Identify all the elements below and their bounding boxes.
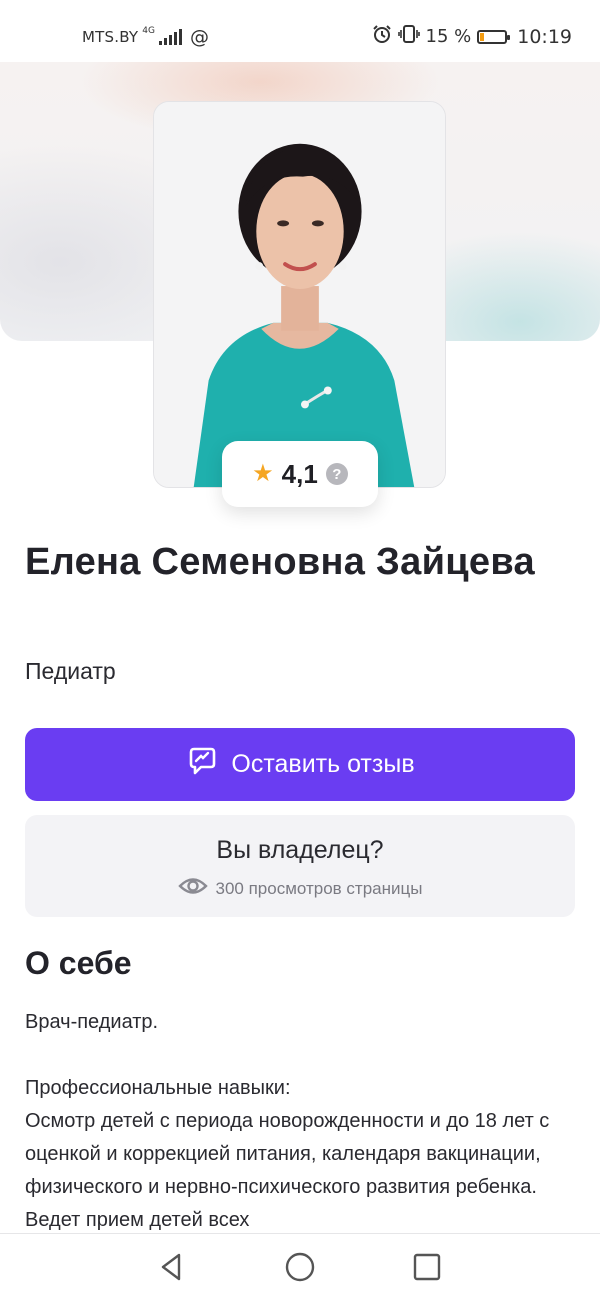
eye-icon [177,875,208,902]
battery-icon [477,29,511,44]
star-icon: ★ [252,460,274,487]
about-heading: О себе [25,945,132,981]
system-nav-bar [0,1233,600,1299]
signal-icon [158,29,182,45]
doctor-portrait-image [154,102,445,487]
status-bar: MTS.BY 4G @ 15 % 10:19 [0,0,600,62]
clock: 10:19 [517,25,572,48]
doctor-photo[interactable] [153,101,446,488]
leave-review-label: Оставить отзыв [231,750,415,778]
rating-value: 4,1 [281,458,318,489]
skills-text: Осмотр детей с периода новорожденности и… [25,1110,550,1231]
chat-bubble-icon [185,744,219,785]
about-text: Врач-педиатр. Профессиональные навыки: О… [25,1006,575,1237]
network-type: 4G [142,25,155,36]
vibrate-icon [397,24,420,49]
recents-icon [413,1253,441,1281]
views-count-text: 300 просмотров страницы [215,878,423,898]
help-icon[interactable]: ? [325,463,348,485]
leave-review-button[interactable]: Оставить отзыв [25,728,575,801]
status-right: 15 % 10:19 [372,24,572,49]
recents-button[interactable] [410,1250,444,1284]
alarm-icon [372,24,392,49]
battery-level-fill [480,32,485,41]
home-icon [285,1252,315,1282]
status-left: MTS.BY 4G @ [82,26,209,48]
back-icon [161,1253,181,1281]
back-button[interactable] [155,1250,189,1284]
battery-percent: 15 % [425,26,472,47]
carrier-label: MTS.BY [82,28,139,46]
rating-badge[interactable]: ★ 4,1 ? [222,441,378,507]
about-intro: Врач-педиатр. [25,1011,159,1033]
home-button[interactable] [283,1250,317,1284]
doctor-name: Елена Семеновна Зайцева [25,541,535,583]
owner-claim-title[interactable]: Вы владелец? [25,836,575,865]
owner-claim-box[interactable]: Вы владелец? 300 просмотров страницы [25,815,575,917]
at-symbol: @ [189,26,209,48]
page-views: 300 просмотров страницы [25,875,575,902]
doctor-specialty: Педиатр [25,658,116,684]
skills-heading: Профессиональные навыки: [25,1077,291,1099]
